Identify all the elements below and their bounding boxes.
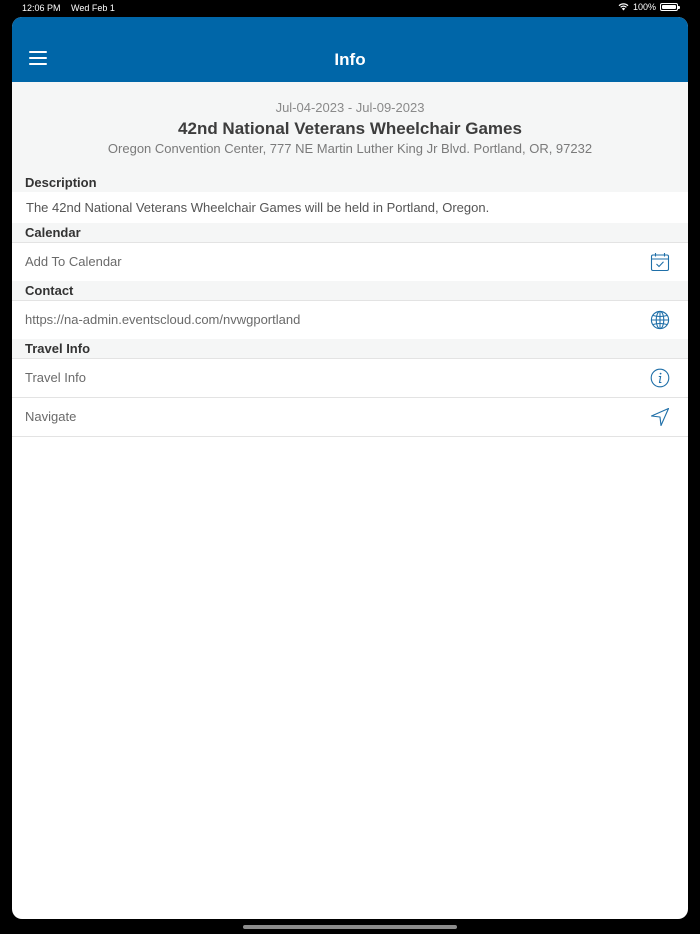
contact-url-row[interactable]: https://na-admin.eventscloud.com/nvwgpor… [12, 300, 688, 339]
navigation-bar: Info [12, 17, 688, 82]
navigate-label: Navigate [25, 409, 77, 424]
info-icon [650, 368, 670, 388]
travel-info-label: Travel Info [25, 370, 86, 385]
app-sheet: Info Jul-04-2023 - Jul-09-2023 42nd Nati… [12, 17, 688, 919]
event-title: 42nd National Veterans Wheelchair Games [178, 119, 522, 138]
globe-icon [650, 310, 670, 330]
event-header: Jul-04-2023 - Jul-09-2023 42nd National … [12, 82, 688, 173]
event-dates: Jul-04-2023 - Jul-09-2023 [275, 100, 425, 115]
description-text: The 42nd National Veterans Wheelchair Ga… [12, 192, 688, 223]
add-to-calendar-row[interactable]: Add To Calendar [12, 242, 688, 281]
event-location: Oregon Convention Center, 777 NE Martin … [107, 141, 593, 156]
battery-icon [660, 3, 680, 11]
home-indicator[interactable] [243, 925, 457, 929]
contact-url-link: https://na-admin.eventscloud.com/nvwgpor… [25, 312, 301, 327]
calendar-check-icon [650, 253, 670, 272]
status-date: Wed Feb 1 [71, 3, 115, 13]
status-indicators: 100% [618, 2, 680, 12]
section-header-contact: Contact [12, 281, 688, 300]
navigate-row[interactable]: Navigate [12, 397, 688, 437]
status-time-date: 12:06 PM Wed Feb 1 [22, 3, 123, 13]
travel-info-row[interactable]: Travel Info [12, 358, 688, 397]
add-to-calendar-label: Add To Calendar [25, 254, 122, 269]
page-title: Info [334, 50, 366, 69]
section-header-travel: Travel Info [12, 339, 688, 358]
section-header-description: Description [12, 173, 688, 192]
wifi-icon [618, 3, 629, 11]
section-header-calendar: Calendar [12, 223, 688, 242]
status-bar: 12:06 PM Wed Feb 1 100% [0, 0, 700, 16]
navigation-arrow-icon [650, 407, 670, 427]
battery-percent: 100% [632, 2, 656, 12]
status-time: 12:06 PM [22, 3, 61, 13]
